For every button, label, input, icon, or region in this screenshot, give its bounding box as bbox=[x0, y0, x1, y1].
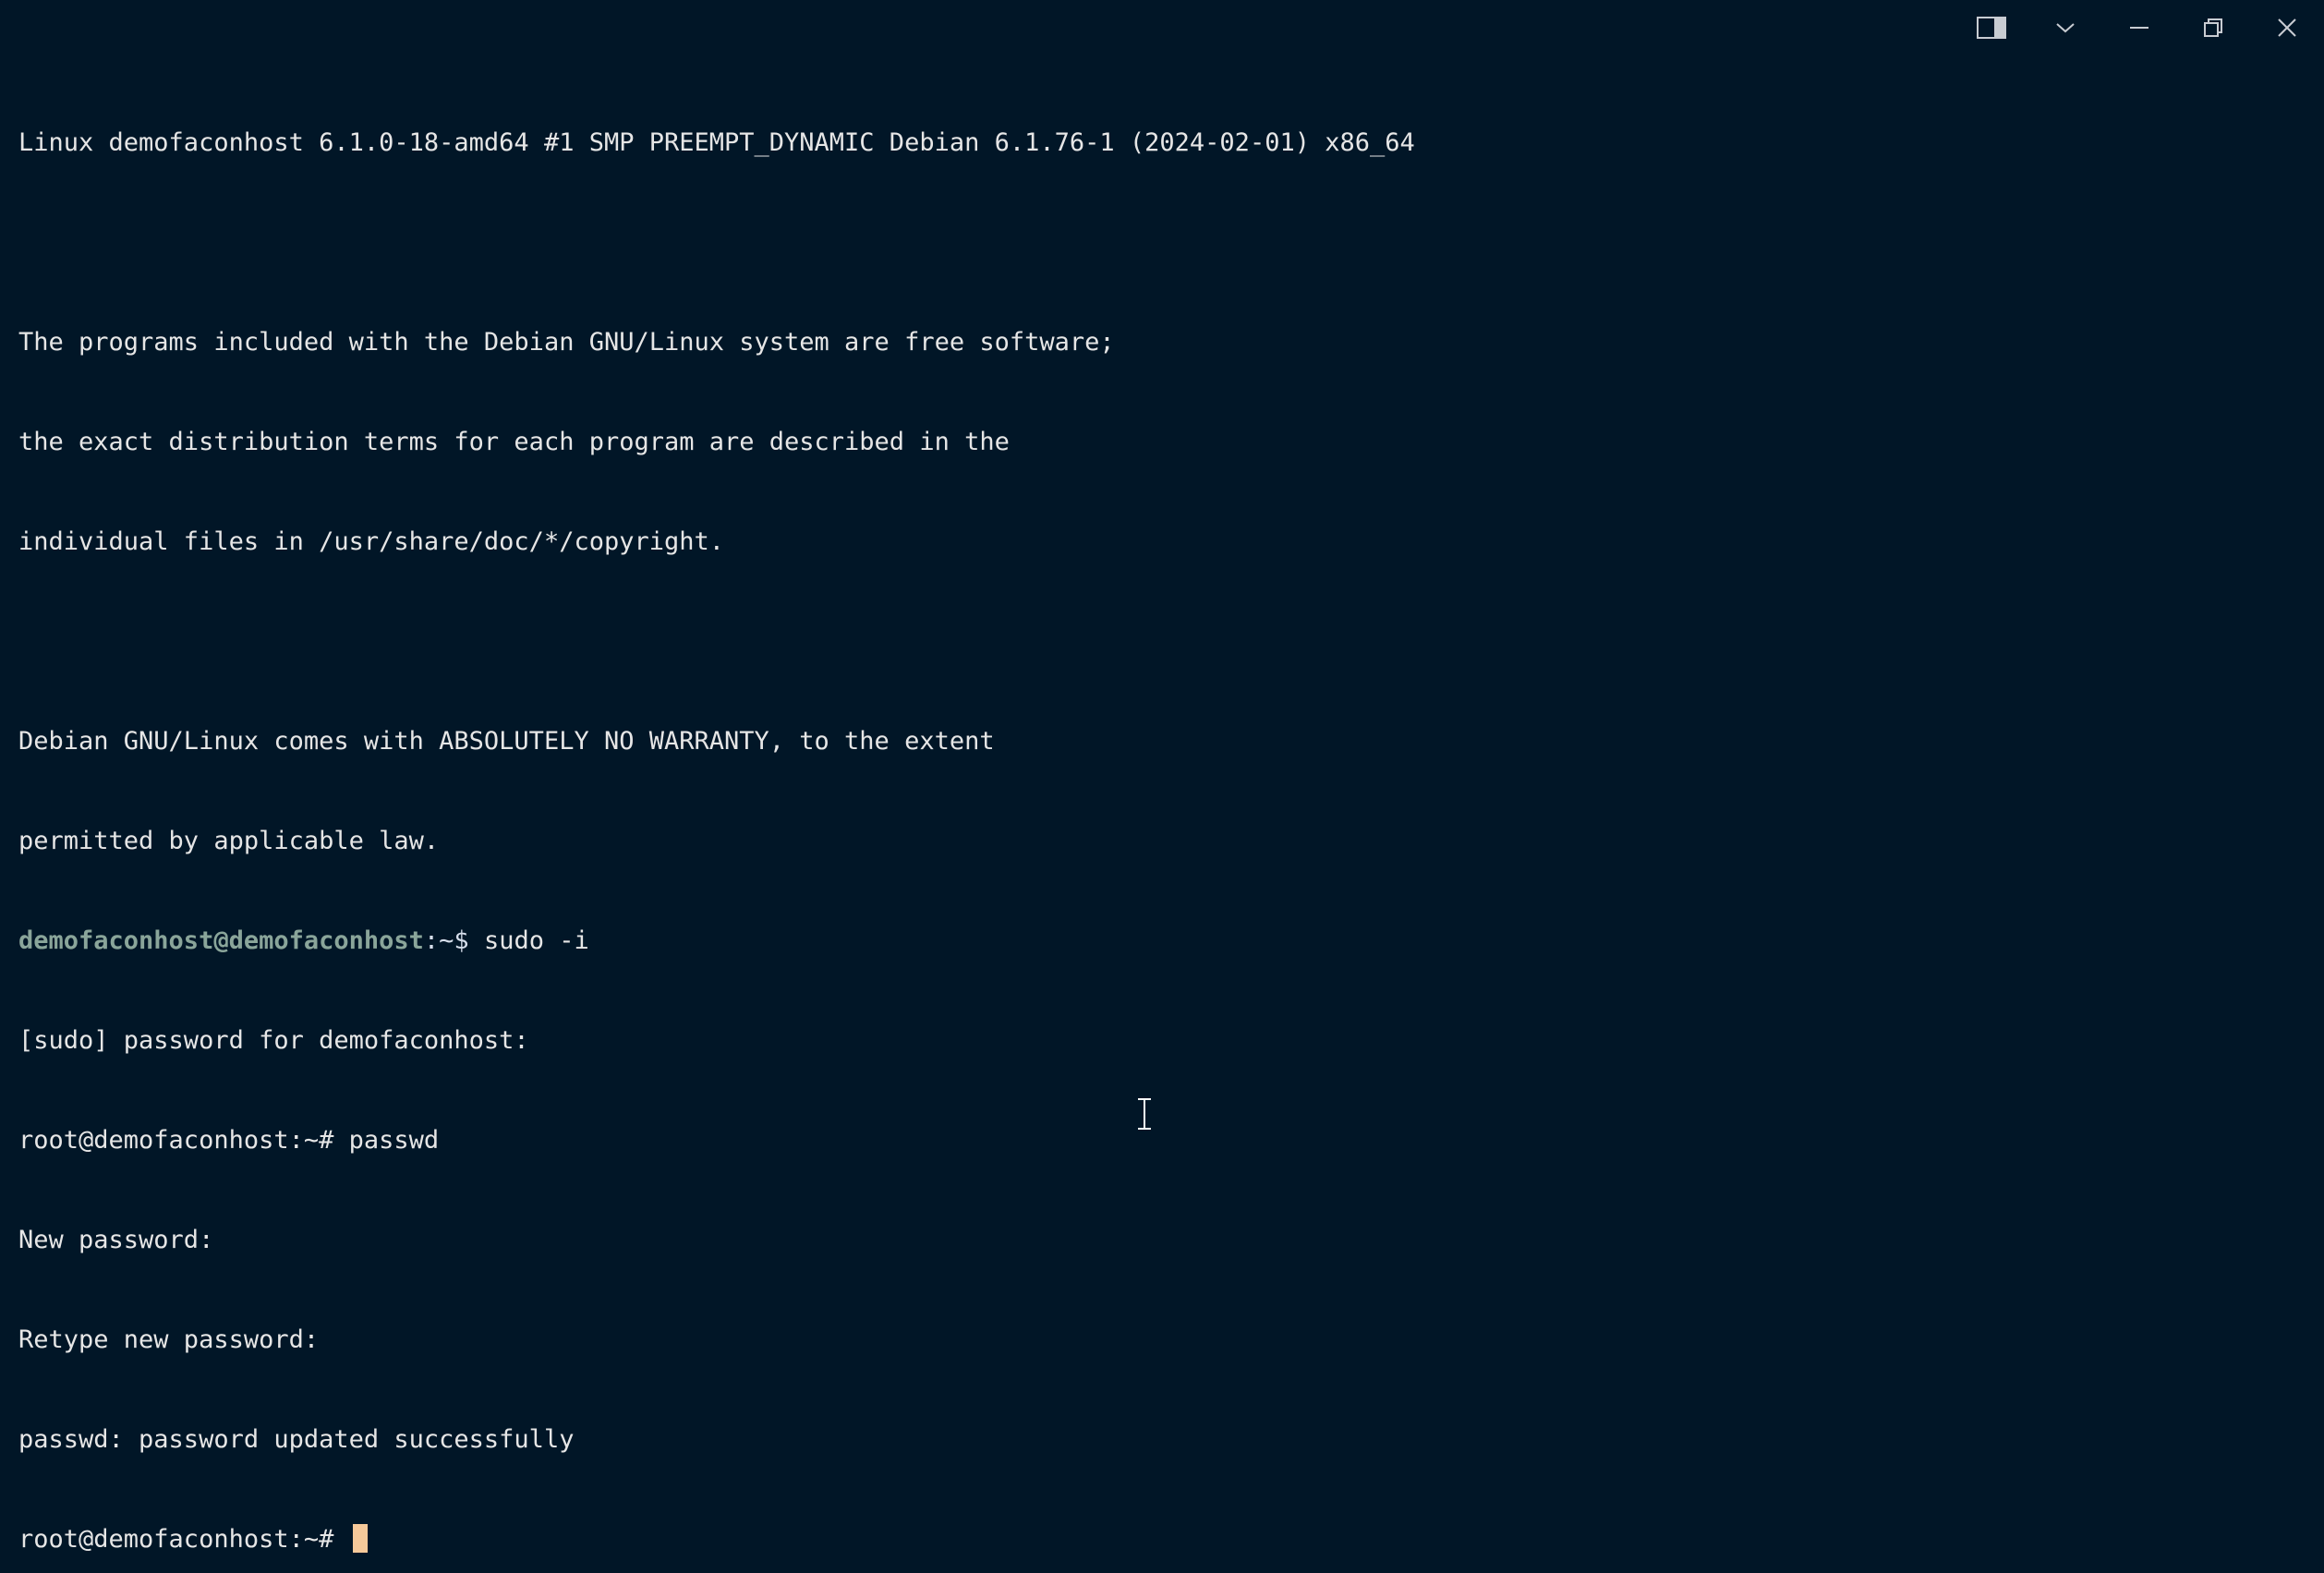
split-pane-icon bbox=[1977, 16, 2006, 40]
title-bar bbox=[1955, 0, 2324, 55]
terminal-line: permitted by applicable law. bbox=[18, 827, 440, 855]
minimize-button[interactable] bbox=[2102, 0, 2176, 55]
terminal-line: Debian GNU/Linux comes with ABSOLUTELY N… bbox=[18, 727, 995, 756]
ibeam-cursor-icon bbox=[1134, 1097, 1155, 1135]
terminal-output[interactable]: Linux demofaconhost 6.1.0-18-amd64 #1 SM… bbox=[18, 60, 2306, 1573]
prompt-path: :~$ bbox=[423, 926, 484, 955]
terminal-line: Retype new password: bbox=[18, 1325, 320, 1354]
terminal-line: [sudo] password for demofaconhost: bbox=[18, 1026, 529, 1055]
restore-button[interactable] bbox=[2176, 0, 2250, 55]
terminal-line: passwd: password updated successfully bbox=[18, 1425, 575, 1454]
user-prompt-line: demofaconhost@demofaconhost:~$ sudo -i bbox=[18, 925, 2306, 958]
prompt-user-host: demofaconhost@demofaconhost bbox=[18, 926, 424, 955]
minimize-icon bbox=[2129, 26, 2149, 30]
dropdown-button[interactable] bbox=[2028, 0, 2102, 55]
terminal-window: Linux demofaconhost 6.1.0-18-amd64 #1 SM… bbox=[0, 0, 2324, 1573]
terminal-line: New password: bbox=[18, 1226, 214, 1254]
terminal-line: the exact distribution terms for each pr… bbox=[18, 428, 1010, 456]
current-prompt-line[interactable]: root@demofaconhost:~# bbox=[18, 1523, 2306, 1556]
terminal-line: individual files in /usr/share/doc/*/cop… bbox=[18, 527, 725, 556]
split-pane-button[interactable] bbox=[1955, 0, 2028, 55]
close-button[interactable] bbox=[2250, 0, 2324, 55]
close-icon bbox=[2277, 18, 2297, 38]
terminal-line: root@demofaconhost:~# passwd bbox=[18, 1126, 440, 1155]
chevron-down-icon bbox=[2055, 21, 2076, 34]
terminal-line: Linux demofaconhost 6.1.0-18-amd64 #1 SM… bbox=[18, 128, 1415, 157]
root-prompt: root@demofaconhost:~# bbox=[18, 1525, 349, 1554]
prompt-command: sudo -i bbox=[483, 926, 589, 955]
terminal-line: The programs included with the Debian GN… bbox=[18, 328, 1115, 357]
restore-icon bbox=[2203, 18, 2223, 38]
text-cursor bbox=[352, 1524, 368, 1553]
